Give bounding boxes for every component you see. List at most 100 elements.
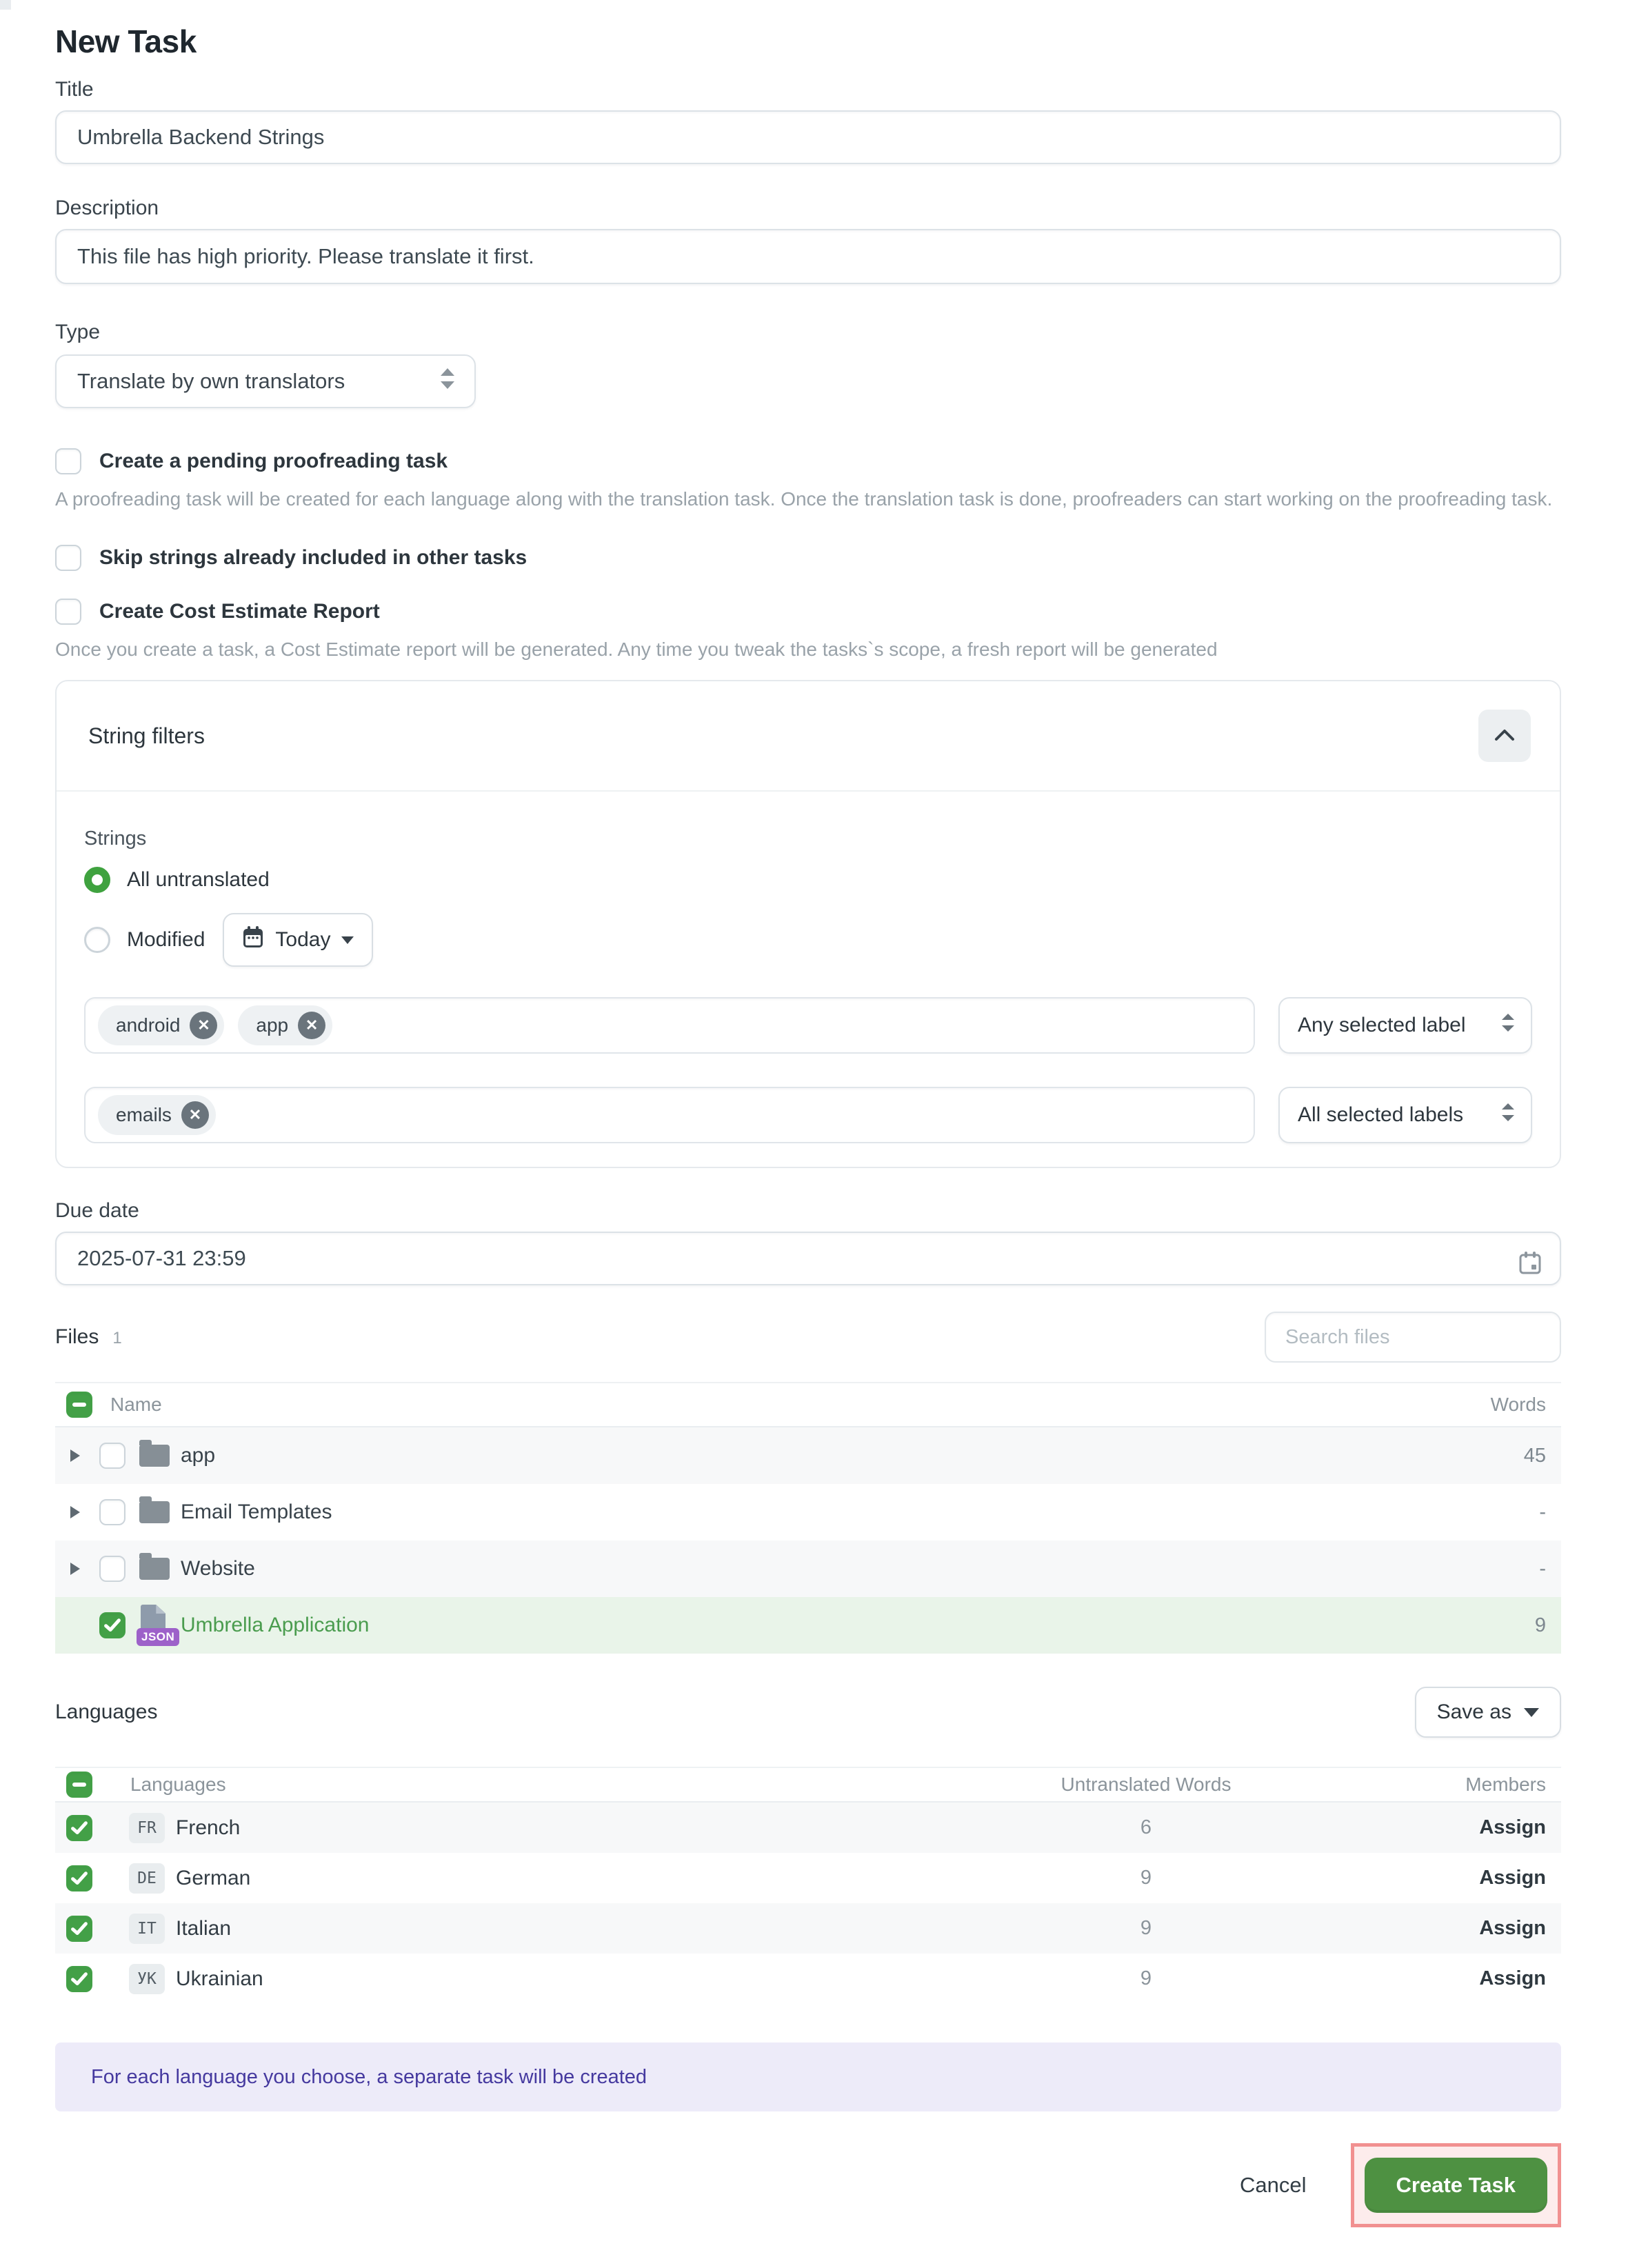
languages-column-languages: Languages (130, 1774, 226, 1796)
label-filter-row-1: android ✕ app ✕ Any selected label (84, 997, 1532, 1054)
label-mode-select-2[interactable]: All selected labels (1278, 1087, 1532, 1143)
modified-radio-row[interactable]: Modified Today (84, 913, 1532, 967)
label-mode-value-1: Any selected label (1298, 1014, 1466, 1037)
files-column-name: Name (110, 1394, 162, 1416)
file-words: 9 (1535, 1614, 1546, 1637)
file-row-app[interactable]: app 45 (55, 1427, 1561, 1484)
updown-arrows-icon (1500, 1012, 1516, 1039)
language-code-badge: IT (129, 1914, 165, 1944)
languages-table: Languages Untranslated Words Members FR … (55, 1767, 1561, 2004)
language-checkbox[interactable] (66, 1966, 92, 1992)
all-untranslated-radio[interactable] (84, 867, 110, 893)
collapse-filters-button[interactable] (1478, 710, 1531, 762)
expand-caret-icon[interactable] (70, 1563, 80, 1575)
files-table-header: Name Words (55, 1382, 1561, 1427)
language-checkbox[interactable] (66, 1916, 92, 1942)
due-date-input[interactable] (55, 1232, 1561, 1285)
untranslated-words-value: 9 (925, 1917, 1367, 1940)
language-row-german[interactable]: DE German 9 Assign (55, 1853, 1561, 1903)
proofreading-help-text: A proofreading task will be created for … (55, 485, 1561, 513)
cost-estimate-help-text: Once you create a task, a Cost Estimate … (55, 636, 1561, 663)
calendar-icon[interactable] (1518, 1251, 1542, 1279)
modified-range-button[interactable]: Today (223, 913, 373, 967)
select-all-languages-checkbox[interactable] (66, 1772, 92, 1798)
language-checkbox[interactable] (66, 1865, 92, 1891)
files-label: Files (55, 1325, 99, 1348)
tag-chip-label: android (116, 1014, 180, 1036)
language-code-badge: УК (129, 1964, 165, 1994)
assign-link[interactable]: Assign (1367, 1967, 1546, 1990)
file-checkbox[interactable] (99, 1612, 125, 1638)
caret-down-icon (1524, 1708, 1539, 1717)
expand-caret-icon[interactable] (70, 1449, 80, 1462)
title-input[interactable] (55, 110, 1561, 164)
json-badge: JSON (137, 1628, 179, 1646)
description-label: Description (55, 194, 1561, 222)
language-row-italian[interactable]: IT Italian 9 Assign (55, 1903, 1561, 1954)
file-checkbox[interactable] (99, 1443, 125, 1469)
file-row-website[interactable]: Website - (55, 1541, 1561, 1597)
assign-link[interactable]: Assign (1367, 1917, 1546, 1940)
languages-header: Languages Save as (55, 1687, 1561, 1738)
folder-icon (139, 1445, 170, 1467)
description-input[interactable] (55, 229, 1561, 284)
proofreading-checkbox[interactable] (55, 448, 81, 474)
string-filters-title: String filters (88, 723, 205, 749)
file-name: Umbrella Application (181, 1614, 369, 1637)
proofreading-checkbox-row[interactable]: Create a pending proofreading task (55, 448, 1561, 474)
file-name: app (181, 1444, 215, 1467)
file-row-email-templates[interactable]: Email Templates - (55, 1484, 1561, 1541)
all-untranslated-radio-row[interactable]: All untranslated (84, 865, 1532, 895)
file-name: Website (181, 1557, 255, 1580)
modified-range-value: Today (275, 928, 330, 952)
expand-caret-icon[interactable] (70, 1506, 80, 1518)
minus-icon (72, 1403, 86, 1407)
type-select[interactable]: Translate by own translators (55, 354, 476, 408)
modified-radio[interactable] (84, 927, 110, 953)
calendar-icon (242, 925, 264, 954)
file-checkbox[interactable] (99, 1499, 125, 1525)
languages-notice-text: For each language you choose, a separate… (91, 2066, 647, 2089)
label-mode-select-1[interactable]: Any selected label (1278, 997, 1532, 1054)
due-date-label: Due date (55, 1197, 1561, 1225)
tag-chip: android ✕ (98, 1005, 224, 1045)
language-row-french[interactable]: FR French 6 Assign (55, 1803, 1561, 1853)
skip-strings-checkbox[interactable] (55, 545, 81, 571)
search-files-input[interactable] (1265, 1312, 1561, 1363)
remove-tag-icon[interactable]: ✕ (298, 1012, 325, 1039)
strings-label: Strings (84, 825, 1532, 852)
tag-chip-label: app (256, 1014, 288, 1036)
languages-notice: For each language you choose, a separate… (55, 2043, 1561, 2111)
remove-tag-icon[interactable]: ✕ (181, 1101, 209, 1129)
assign-link[interactable]: Assign (1367, 1816, 1546, 1839)
skip-strings-checkbox-label: Skip strings already included in other t… (99, 546, 527, 570)
assign-link[interactable]: Assign (1367, 1867, 1546, 1889)
create-task-button[interactable]: Create Task (1365, 2158, 1547, 2213)
save-as-label: Save as (1437, 1700, 1511, 1724)
remove-tag-icon[interactable]: ✕ (190, 1012, 217, 1039)
cost-estimate-checkbox-label: Create Cost Estimate Report (99, 600, 380, 623)
save-as-button[interactable]: Save as (1415, 1687, 1561, 1738)
files-count-badge: 1 (112, 1329, 121, 1347)
labels-input-1[interactable]: android ✕ app ✕ (84, 997, 1255, 1054)
modified-label: Modified (127, 928, 205, 952)
files-header: Files 1 (55, 1312, 1561, 1363)
form-footer: Cancel Create Task (55, 2143, 1561, 2227)
cost-estimate-checkbox-row[interactable]: Create Cost Estimate Report (55, 599, 1561, 625)
language-checkbox[interactable] (66, 1815, 92, 1841)
languages-table-header: Languages Untranslated Words Members (55, 1767, 1561, 1803)
type-select-value: Translate by own translators (77, 369, 345, 394)
string-filters-header: String filters (57, 681, 1560, 790)
file-row-umbrella-application[interactable]: JSON Umbrella Application 9 (55, 1597, 1561, 1654)
cost-estimate-checkbox[interactable] (55, 599, 81, 625)
tag-chip: app ✕ (238, 1005, 332, 1045)
labels-input-2[interactable]: emails ✕ (84, 1087, 1255, 1143)
skip-strings-checkbox-row[interactable]: Skip strings already included in other t… (55, 545, 1561, 571)
language-row-ukrainian[interactable]: УК Ukrainian 9 Assign (55, 1954, 1561, 2004)
file-checkbox[interactable] (99, 1556, 125, 1582)
tag-chip-label: emails (116, 1104, 172, 1126)
select-all-files-checkbox[interactable] (66, 1392, 92, 1418)
cancel-button[interactable]: Cancel (1236, 2172, 1311, 2198)
type-label: Type (55, 319, 1561, 346)
page-title: New Task (55, 19, 1561, 63)
